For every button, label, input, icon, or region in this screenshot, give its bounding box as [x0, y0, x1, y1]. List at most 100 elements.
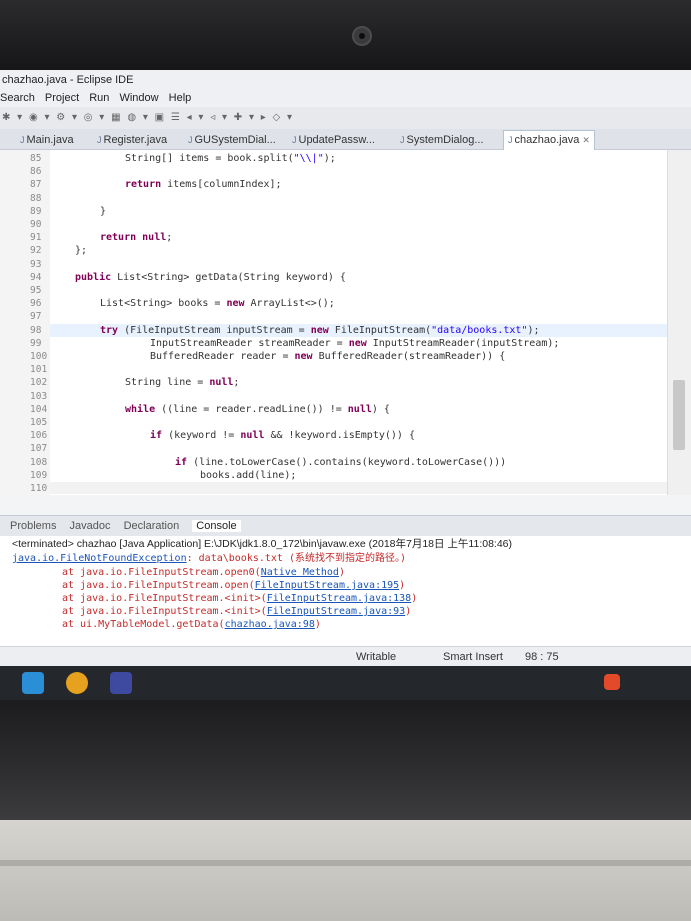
java-file-icon: J	[20, 135, 25, 145]
line-number: 97	[30, 311, 42, 323]
close-icon[interactable]: ✕	[582, 135, 590, 145]
code-text: InputStreamReader streamReader = new Inp…	[150, 337, 560, 349]
status-insert-mode: Smart Insert	[443, 651, 503, 663]
line-number: 93	[30, 258, 42, 270]
tab-problems[interactable]: Problems	[10, 520, 56, 532]
editor-horizontal-scrollbar[interactable]	[50, 482, 668, 494]
code-text: if (keyword != null && !keyword.isEmpty(…	[150, 430, 415, 442]
monitor-bezel-bottom	[0, 700, 691, 820]
stack-trace-link[interactable]: FileInputStream.java:138	[267, 593, 412, 604]
line-number: 107	[30, 443, 48, 455]
line-number: 89	[30, 205, 42, 217]
console-tab-bar: Problems Javadoc Declaration Console	[0, 515, 691, 536]
screen: chazhao.java - Eclipse IDE Search Projec…	[0, 70, 691, 700]
code-editor[interactable]: 85 String[] items = book.split("\\|"); 86 8…	[0, 150, 668, 495]
tab-systemdialog[interactable]: J SystemDialog...	[400, 132, 484, 149]
status-bar: Writable Smart Insert 98 : 75	[0, 646, 691, 667]
line-number: 94	[30, 271, 42, 283]
media-player-icon[interactable]	[22, 672, 44, 694]
line-number: 92	[30, 245, 42, 257]
code-text: while ((line = reader.readLine()) != nul…	[125, 403, 390, 415]
line-number: 105	[30, 417, 48, 428]
code-text: try (FileInputStream inputStream = new F…	[100, 324, 540, 336]
tab-console[interactable]: Console	[192, 520, 241, 532]
stack-trace-line: at java.io.FileInputStream.open(FileInpu…	[62, 580, 406, 591]
taskbar	[0, 666, 691, 700]
code-text: return null;	[100, 232, 173, 244]
java-file-icon: J	[188, 135, 193, 145]
line-number: 86	[30, 166, 42, 178]
tab-javadoc[interactable]: Javadoc	[70, 520, 111, 532]
tab-updatepassword[interactable]: J UpdatePassw...	[292, 132, 375, 149]
webcam	[352, 26, 372, 46]
code-text: if (line.toLowerCase().contains(keyword.…	[175, 456, 507, 468]
monitor-base-edge	[0, 860, 691, 866]
status-cursor-position: 98 : 75	[525, 651, 559, 663]
app-icon[interactable]	[66, 672, 88, 694]
code-text: books.add(line);	[200, 469, 297, 481]
console-output[interactable]: <terminated> chazhao [Java Application] …	[0, 536, 691, 646]
code-text: public List<String> getData(String keywo…	[75, 271, 346, 283]
line-number: 103	[30, 390, 48, 402]
menu-help[interactable]: Help	[169, 92, 192, 104]
stack-trace-line: at java.io.FileInputStream.open0(Native …	[62, 567, 345, 578]
monitor-base	[0, 820, 691, 921]
window-title: chazhao.java - Eclipse IDE	[0, 70, 691, 90]
code-text: List<String> books = new ArrayList<>();	[100, 298, 335, 310]
tab-register[interactable]: J Register.java	[97, 132, 167, 149]
line-number: 104	[30, 403, 48, 415]
tab-main[interactable]: J Main.java	[20, 132, 74, 149]
stack-trace-link[interactable]: FileInputStream.java:93	[267, 606, 405, 617]
line-number: 102	[30, 377, 48, 389]
java-file-icon: J	[508, 135, 513, 145]
line-number: 90	[30, 219, 42, 230]
code-text: String line = null;	[125, 377, 240, 389]
line-number: 95	[30, 285, 42, 296]
code-text: return items[columnIndex];	[125, 179, 282, 191]
menu-project[interactable]: Project	[45, 92, 79, 104]
stack-trace-line: at ui.MyTableModel.getData(chazhao.java:…	[62, 619, 321, 630]
tab-guisystemdialog[interactable]: J GUSystemDial...	[188, 132, 276, 149]
toolbar-icon[interactable]: ✱ ▾ ◉ ▾ ⚙ ▾ ◎ ▾ ▦ ◍ ▾ ▣ ☰ ◂ ▾ ◃ ▾ ✚ ▾ ▸ …	[2, 112, 294, 123]
scroll-thumb[interactable]	[673, 380, 685, 450]
code-text: BufferedReader reader = new BufferedRead…	[150, 351, 506, 362]
stack-trace-link[interactable]: Native Method	[261, 567, 339, 578]
line-number: 91	[30, 232, 42, 244]
stack-trace-link[interactable]: chazhao.java:98	[225, 619, 315, 630]
code-text: }	[100, 205, 107, 217]
java-file-icon: J	[97, 135, 102, 145]
java-file-icon: J	[292, 135, 297, 145]
line-number: 109	[30, 469, 48, 481]
line-number: 99	[30, 337, 42, 349]
line-number: 106	[30, 430, 48, 442]
line-number: 88	[30, 192, 42, 204]
code-text: };	[75, 245, 88, 257]
line-number: 87	[30, 179, 42, 191]
line-number: 85	[30, 153, 42, 164]
line-number: 98	[30, 324, 42, 336]
exception-link[interactable]: java.io.FileNotFoundException	[12, 553, 187, 564]
line-number: 96	[30, 298, 42, 310]
menu-window[interactable]: Window	[119, 92, 158, 104]
status-writable: Writable	[356, 651, 397, 663]
editor-tab-bar: J Main.java J Register.java J GUSystemDial.…	[0, 129, 691, 150]
editor-vertical-scrollbar[interactable]	[667, 150, 691, 495]
menu-run[interactable]: Run	[89, 92, 109, 104]
line-number: 108	[30, 456, 48, 468]
toolbar: ✱ ▾ ◉ ▾ ⚙ ▾ ◎ ▾ ▦ ◍ ▾ ▣ ☰ ◂ ▾ ◃ ▾ ✚ ▾ ▸ …	[0, 107, 691, 129]
eclipse-icon[interactable]	[110, 672, 132, 694]
menu-search[interactable]: Search	[0, 92, 35, 104]
java-file-icon: J	[400, 135, 405, 145]
tab-chazhao[interactable]: Jchazhao.java ✕	[503, 130, 595, 150]
code-text: String[] items = book.split("\\|");	[125, 153, 336, 164]
line-number: 100	[30, 351, 48, 362]
stack-trace-link[interactable]: FileInputStream.java:195	[255, 580, 400, 591]
stack-trace-line: at java.io.FileInputStream.<init>(FileIn…	[62, 606, 412, 617]
console-terminated-line: <terminated> chazhao [Java Application] …	[12, 538, 513, 550]
tab-declaration[interactable]: Declaration	[124, 520, 180, 532]
line-number: 110	[30, 483, 48, 494]
stack-trace-line: at java.io.FileInputStream.<init>(FileIn…	[62, 593, 418, 604]
monitor-bezel-top	[0, 0, 691, 70]
input-method-icon[interactable]	[604, 674, 620, 690]
console-exception-line: java.io.FileNotFoundException: data\book…	[12, 553, 406, 564]
